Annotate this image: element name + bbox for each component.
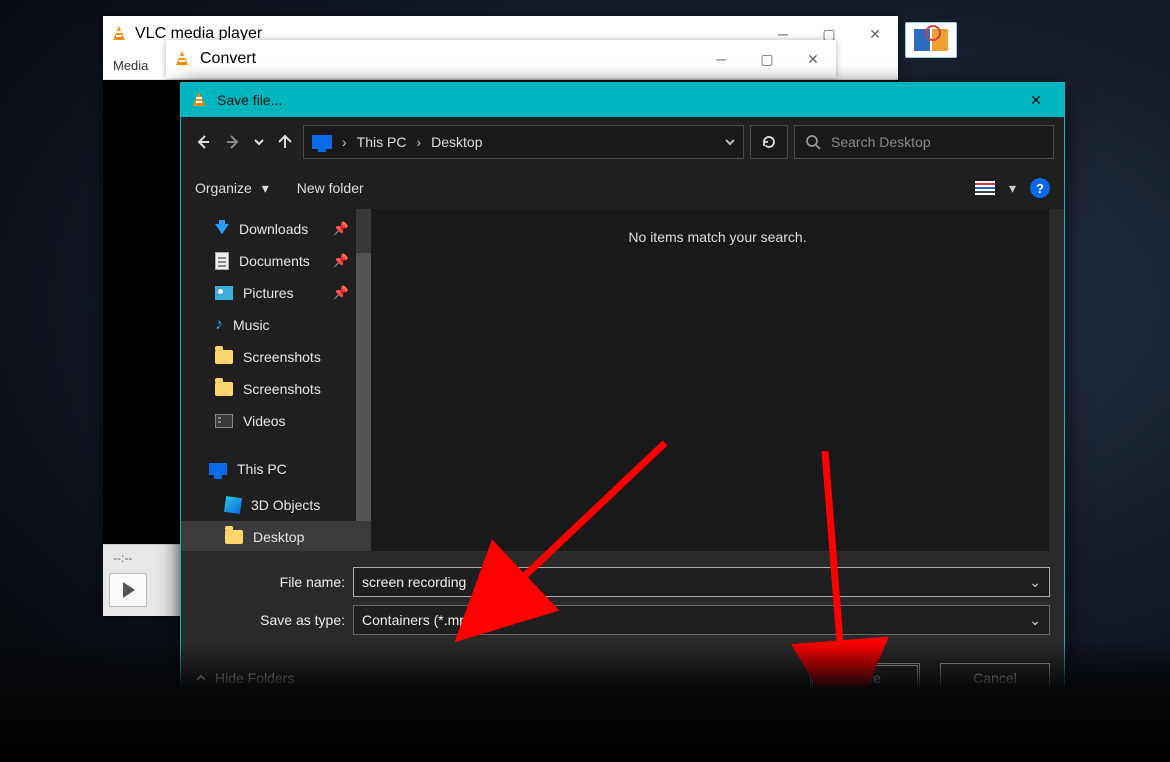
chevron-down-icon (725, 137, 735, 147)
convert-title: Convert (200, 50, 256, 68)
tree-label: 3D Objects (251, 497, 320, 513)
address-bar[interactable]: › This PC › Desktop (303, 125, 744, 159)
tree-label: Videos (243, 413, 286, 429)
refresh-icon (761, 134, 777, 150)
breadcrumb-root[interactable]: This PC (357, 134, 407, 150)
back-button[interactable] (191, 128, 215, 156)
empty-message: No items match your search. (628, 229, 806, 245)
tree-label: Downloads (239, 221, 308, 237)
convert-window: Convert ─ ▢ ✕ (166, 40, 836, 78)
breadcrumb-separator-icon: › (416, 134, 421, 150)
save-button[interactable]: Save (810, 663, 920, 693)
download-icon (215, 224, 229, 234)
view-options-icon[interactable] (975, 181, 995, 195)
folder-icon (215, 350, 233, 364)
convert-window-controls: ─ ▢ ✕ (698, 41, 836, 77)
tree-item[interactable]: Screenshots (181, 373, 371, 405)
save-file-dialog: Save file... ✕ › This PC › Desktop (180, 82, 1065, 706)
refresh-button[interactable] (750, 125, 788, 159)
tree-item[interactable]: 3D Objects (181, 489, 371, 521)
recent-locations-button[interactable] (251, 128, 267, 156)
snipping-tool-icon[interactable] (905, 22, 957, 58)
pictures-icon (215, 286, 233, 300)
tree-item[interactable]: Documents 📌 (181, 245, 371, 277)
tree-label: Screenshots (243, 349, 321, 365)
minimize-button[interactable]: ─ (698, 41, 744, 77)
dialog-title: Save file... (217, 92, 282, 108)
close-button[interactable]: ✕ (1016, 86, 1056, 114)
tree-label: This PC (237, 461, 287, 477)
search-icon (805, 134, 821, 150)
tree-item[interactable]: Screenshots (181, 341, 371, 373)
chevron-up-icon (195, 672, 207, 684)
file-name-input[interactable]: ⌄ (353, 567, 1050, 597)
close-button[interactable]: ✕ (852, 16, 898, 52)
help-button[interactable]: ? (1030, 178, 1050, 198)
new-folder-button[interactable]: New folder (297, 180, 364, 196)
navigation-row: › This PC › Desktop Search Desktop (181, 117, 1064, 167)
chevron-down-icon: ▾ (262, 180, 269, 196)
folder-tree: ▴ ▾ Downloads📌Documents📌Pictures📌♪MusicS… (181, 209, 371, 551)
chevron-down-icon[interactable]: ⌄ (1029, 612, 1041, 629)
3d-objects-icon (224, 496, 242, 514)
tree-item[interactable]: Pictures 📌 (181, 277, 371, 309)
tree-label: Screenshots (243, 381, 321, 397)
menu-media[interactable]: Media (113, 58, 148, 73)
chevron-down-icon (254, 137, 264, 147)
tree-label: Documents (239, 253, 310, 269)
action-row: Hide Folders Save Cancel (181, 651, 1064, 705)
vlc-cone-icon (174, 51, 190, 67)
resize-grip[interactable] (1048, 689, 1062, 703)
close-button[interactable]: ✕ (790, 41, 836, 77)
pin-icon: 📌 (333, 285, 349, 301)
breadcrumb-current[interactable]: Desktop (431, 134, 482, 150)
arrow-up-icon (277, 134, 293, 150)
search-placeholder: Search Desktop (831, 134, 931, 150)
save-as-type-label: Save as type: (195, 612, 345, 628)
maximize-button[interactable]: ▢ (744, 41, 790, 77)
folder-icon (215, 382, 233, 396)
pin-icon: 📌 (333, 253, 349, 269)
dialog-titlebar: Save file... ✕ (181, 83, 1064, 117)
organize-button[interactable]: Organize ▾ (195, 180, 269, 197)
video-icon (215, 414, 233, 428)
toolbar: Organize ▾ New folder ▾ ? (181, 167, 1064, 209)
play-button[interactable] (109, 573, 147, 607)
tree-item[interactable]: Desktop (181, 521, 371, 551)
pc-icon (312, 135, 332, 149)
tree-label: Music (233, 317, 270, 333)
folder-icon (225, 530, 243, 544)
forward-button[interactable] (221, 128, 245, 156)
arrow-right-icon (225, 134, 241, 150)
pin-icon: 📌 (333, 221, 349, 237)
scrollbar-track[interactable] (1049, 209, 1064, 551)
arrow-left-icon (195, 134, 211, 150)
tree-item[interactable]: Videos (181, 405, 371, 437)
tree-item[interactable]: ♪ Music (181, 309, 371, 341)
vlc-cone-icon (111, 26, 127, 42)
document-icon (215, 252, 229, 270)
hide-folders-button[interactable]: Hide Folders (195, 670, 294, 686)
cancel-button[interactable]: Cancel (940, 663, 1050, 693)
tree-label: Pictures (243, 285, 294, 301)
search-box[interactable]: Search Desktop (794, 125, 1054, 159)
save-as-type-value: Containers (*.mp4) (362, 612, 480, 628)
pc-icon (209, 463, 227, 475)
view-dropdown[interactable]: ▾ (1009, 180, 1016, 197)
tree-label: Desktop (253, 529, 304, 545)
tree-item[interactable]: Downloads 📌 (181, 213, 371, 245)
address-dropdown[interactable] (725, 134, 735, 150)
breadcrumb-separator-icon: › (342, 134, 347, 150)
file-name-field[interactable] (362, 574, 1029, 590)
chevron-down-icon[interactable]: ⌄ (1029, 574, 1041, 591)
vlc-cone-icon (191, 92, 207, 108)
file-list-area[interactable]: No items match your search. (371, 209, 1064, 551)
bottom-panel: File name: ⌄ Save as type: Containers (*… (181, 551, 1064, 651)
file-name-label: File name: (195, 574, 345, 590)
music-icon: ♪ (215, 317, 223, 333)
save-as-type-select[interactable]: Containers (*.mp4) ⌄ (353, 605, 1050, 635)
up-button[interactable] (273, 128, 297, 156)
tree-item-this-pc[interactable]: This PC (181, 453, 371, 485)
